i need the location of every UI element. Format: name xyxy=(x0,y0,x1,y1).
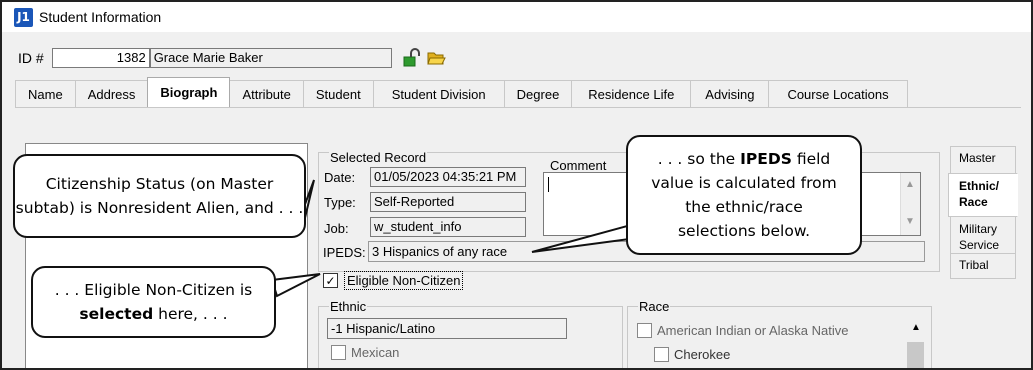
citizenship-callout: Citizenship Status (on Master subtab) is… xyxy=(13,154,306,238)
job-field: w_student_info xyxy=(370,217,526,237)
tab-biograph[interactable]: Biograph xyxy=(147,77,231,107)
tab-course-locations[interactable]: Course Locations xyxy=(768,80,908,107)
ipeds-label: IPEDS: xyxy=(323,245,366,260)
student-information-window: J1 Student Information ID # 1382 Grace M… xyxy=(0,0,1033,370)
american-indian-checkbox[interactable] xyxy=(637,323,652,338)
subtab-master[interactable]: Master xyxy=(950,146,1016,174)
subtab-military-service[interactable]: Military Service xyxy=(950,216,1016,254)
race-scroll-up-icon[interactable]: ▲ xyxy=(911,322,921,333)
type-field: Self-Reported xyxy=(370,192,526,212)
race-scrollbar[interactable]: ▲ xyxy=(907,320,924,368)
tab-degree[interactable]: Degree xyxy=(503,80,573,107)
main-tab-strip: Name Address Biograph Attribute Student … xyxy=(15,77,908,107)
title-bar: J1 Student Information xyxy=(2,2,1031,32)
subtab-ethnic-race[interactable]: Ethnic/ Race xyxy=(948,173,1018,217)
race-item-cherokee[interactable]: Cherokee xyxy=(654,347,730,362)
ethnic-selection-field[interactable]: -1 Hispanic/Latino xyxy=(327,318,567,339)
eligible-non-citizen-row[interactable]: ✓ Eligible Non-Citizen xyxy=(323,271,464,290)
biograph-subtabs: Master Ethnic/ Race Military Service Tri… xyxy=(948,146,1018,279)
type-label: Type: xyxy=(324,195,356,210)
tab-attribute[interactable]: Attribute xyxy=(229,80,304,107)
mexican-checkbox[interactable] xyxy=(331,345,346,360)
id-row: ID # 1382 Grace Marie Baker xyxy=(18,48,446,68)
race-scroll-thumb[interactable] xyxy=(907,342,924,368)
student-name-field: Grace Marie Baker xyxy=(149,48,392,68)
race-item-american-indian[interactable]: American Indian or Alaska Native xyxy=(637,323,848,338)
tab-advising[interactable]: Advising xyxy=(690,80,770,107)
eligible-callout-text: . . . Eligible Non-Citizen is selected h… xyxy=(54,281,253,323)
tab-name[interactable]: Name xyxy=(15,80,76,107)
ethnic-item-mexican[interactable]: Mexican xyxy=(331,345,399,360)
text-caret xyxy=(548,177,549,192)
citizenship-callout-text: Citizenship Status (on Master subtab) is… xyxy=(15,175,304,217)
cherokee-checkbox[interactable] xyxy=(654,347,669,362)
cherokee-label: Cherokee xyxy=(674,347,731,362)
eligible-callout: . . . Eligible Non-Citizen is selected h… xyxy=(31,266,276,338)
date-label: Date: xyxy=(324,170,356,185)
unlock-icon[interactable] xyxy=(402,48,422,68)
race-title: Race xyxy=(638,299,671,314)
tab-address[interactable]: Address xyxy=(74,80,149,107)
comment-scrollbar[interactable]: ▲ ▼ xyxy=(900,173,920,235)
ethnic-title: Ethnic xyxy=(329,299,368,314)
window-title: Student Information xyxy=(39,9,162,25)
mexican-label: Mexican xyxy=(351,345,400,360)
subtab-tribal[interactable]: Tribal xyxy=(950,253,1016,279)
scroll-up-icon[interactable]: ▲ xyxy=(905,179,915,190)
app-logo-icon: J1 xyxy=(14,7,33,27)
eligible-non-citizen-checkbox[interactable]: ✓ xyxy=(323,273,338,288)
job-label: Job: xyxy=(324,221,349,236)
selected-record-title: Selected Record xyxy=(329,150,428,165)
open-folder-icon[interactable] xyxy=(426,48,446,68)
ipeds-callout-text: . . . so the IPEDS field value is calcul… xyxy=(651,150,837,240)
date-field: 01/05/2023 04:35:21 PM xyxy=(370,167,526,187)
comment-label: Comment xyxy=(550,158,607,173)
ipeds-callout: . . . so the IPEDS field value is calcul… xyxy=(626,135,862,255)
tab-student[interactable]: Student xyxy=(302,80,374,107)
tab-student-division[interactable]: Student Division xyxy=(372,80,505,107)
id-input[interactable]: 1382 xyxy=(51,48,150,68)
scroll-down-icon[interactable]: ▼ xyxy=(905,216,915,227)
american-indian-label: American Indian or Alaska Native xyxy=(657,323,849,338)
eligible-non-citizen-label[interactable]: Eligible Non-Citizen xyxy=(344,271,464,290)
id-label: ID # xyxy=(18,50,44,66)
tab-residence-life[interactable]: Residence Life xyxy=(571,80,692,107)
